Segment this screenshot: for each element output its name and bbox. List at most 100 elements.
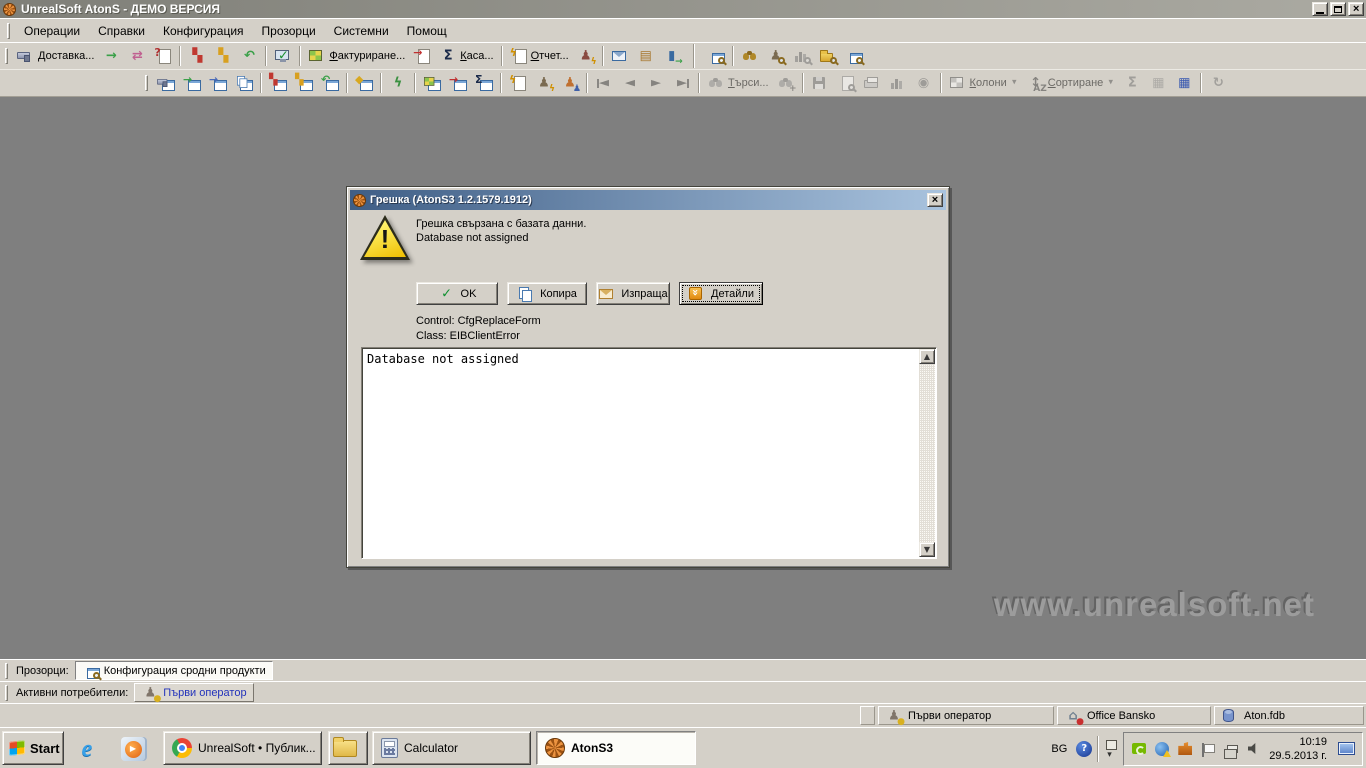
language-indicator[interactable]: BG <box>1047 743 1071 755</box>
search-operator-button[interactable]: ♟ <box>763 44 789 68</box>
ie-quicklaunch-button[interactable]: e <box>72 735 102 763</box>
nav-prev-button[interactable]: ◄ <box>617 71 643 95</box>
mail-button[interactable] <box>607 44 633 68</box>
search-binoculars-button[interactable] <box>737 44 763 68</box>
copy-button[interactable]: Копира <box>507 282 587 305</box>
update-globe-tray-icon[interactable] <box>1154 741 1170 757</box>
save-button[interactable] <box>807 71 833 95</box>
receive-window-button[interactable]: → <box>179 71 205 95</box>
tray-clock[interactable]: 10:19 29.5.2013 г. <box>1269 735 1327 763</box>
operator-actions-button[interactable]: ♟ϟ <box>573 44 599 68</box>
totals-button[interactable]: Σ <box>1119 71 1145 95</box>
refresh-button[interactable]: ↻ <box>1205 71 1231 95</box>
menu-help[interactable]: Помощ <box>398 21 456 41</box>
task-button-chrome[interactable]: UnrealSoft • Публик... <box>163 731 322 765</box>
scroll-up-button[interactable]: ▲ <box>919 349 935 364</box>
flag-tray-icon[interactable] <box>1200 741 1216 757</box>
receive-document-button[interactable]: → <box>98 44 124 68</box>
nav-first-button[interactable]: ◄ <box>591 71 617 95</box>
show-desktop-icon[interactable] <box>1338 742 1355 755</box>
menu-operations[interactable]: Операции <box>15 21 89 41</box>
start-button[interactable]: Start <box>2 731 64 765</box>
chart-button[interactable] <box>885 71 911 95</box>
winbar-grip[interactable] <box>5 663 8 679</box>
binoculars-shape <box>743 53 749 60</box>
toolbar2-grip[interactable] <box>145 75 148 91</box>
tray-expand-button[interactable]: ▾ <box>1104 739 1118 759</box>
nav-last-button[interactable]: ► <box>669 71 695 95</box>
details-textarea[interactable]: Database not assigned ▲ ▼ <box>361 347 937 559</box>
grid-lines-button[interactable]: ▦ <box>1145 71 1171 95</box>
delivery-window-button[interactable] <box>153 71 179 95</box>
transfer-window-button[interactable]: → <box>205 71 231 95</box>
invoicing-button[interactable]: Фактуриране... <box>304 44 409 68</box>
import-window-button[interactable]: → <box>445 71 471 95</box>
sorting-button[interactable]: ↕AZСортиране▾ <box>1023 71 1120 95</box>
print-preview-button[interactable] <box>833 71 859 95</box>
calendar-button[interactable]: ▦ <box>1171 71 1197 95</box>
task-button-folder[interactable] <box>328 731 368 765</box>
nvidia-tray-icon[interactable] <box>1131 741 1147 757</box>
send-button[interactable]: Изпраща <box>596 282 670 305</box>
details-button[interactable]: » Детайли <box>679 282 763 305</box>
network-tray-icon[interactable] <box>1223 741 1239 757</box>
menu-windows[interactable]: Прозорци <box>253 21 325 41</box>
restore-button[interactable] <box>1330 2 1346 16</box>
execute-button[interactable]: ϟ <box>385 71 411 95</box>
lightning-operator-button[interactable]: ♟ϟ <box>531 71 557 95</box>
search-add-button[interactable]: + <box>773 71 799 95</box>
revert-window-button[interactable]: ↶ <box>317 71 343 95</box>
volume-tray-icon[interactable] <box>1246 741 1262 757</box>
menu-system[interactable]: Системни <box>325 21 398 41</box>
error-dialog-titlebar[interactable]: Грешка (AtonS3 1.2.1579.1912) × <box>350 190 946 210</box>
nodes-yellow-window-button[interactable]: ▚ <box>291 71 317 95</box>
print-button[interactable] <box>859 71 885 95</box>
details-scrollbar[interactable]: ▲ ▼ <box>919 349 935 557</box>
import-document-button[interactable]: → <box>409 44 435 68</box>
menu-grip[interactable] <box>7 23 10 39</box>
ok-button[interactable]: ✓ OK <box>416 282 498 305</box>
exit-door-button[interactable]: ▮→ <box>659 44 685 68</box>
grid-window-button[interactable] <box>419 71 445 95</box>
wmp-quicklaunch-button[interactable]: ▶ <box>118 735 148 763</box>
view-window-button[interactable] <box>703 44 729 68</box>
export-globe-button[interactable]: ◉ <box>911 71 937 95</box>
details-text[interactable]: Database not assigned <box>367 352 914 554</box>
report-button[interactable]: ϟОтчет... <box>506 44 573 68</box>
search-window-button[interactable] <box>841 44 867 68</box>
toolbar1-grip[interactable] <box>5 48 8 64</box>
open-window-button[interactable]: Конфигурация сродни продукти <box>75 661 273 680</box>
delivery-button[interactable]: Доставка... <box>13 44 98 68</box>
wallet-button[interactable]: ▤ <box>633 44 659 68</box>
revert-home-button[interactable]: ↶ <box>236 44 262 68</box>
security-tray-icon[interactable] <box>1177 741 1193 757</box>
documents-window-button[interactable] <box>231 71 257 95</box>
gem-window-button[interactable]: ◆ <box>351 71 377 95</box>
close-button[interactable]: × <box>1348 2 1364 16</box>
nodes-red-window-button[interactable]: ▚ <box>265 71 291 95</box>
task-button-calculator[interactable]: Calculator <box>372 731 531 765</box>
nodes-yellow-button[interactable]: ▚ <box>210 44 236 68</box>
active-user-button[interactable]: ♟● Първи оператор <box>134 683 253 702</box>
transfer-documents-button[interactable]: ⇄ <box>124 44 150 68</box>
menu-references[interactable]: Справки <box>89 21 154 41</box>
menu-configuration[interactable]: Конфигурация <box>154 21 253 41</box>
search-chart-button[interactable] <box>789 44 815 68</box>
scroll-down-button[interactable]: ▼ <box>919 542 935 557</box>
search-folder-button[interactable] <box>815 44 841 68</box>
cash-register-button[interactable]: ΣКаса... <box>435 44 497 68</box>
totals-window-button[interactable]: Σ <box>471 71 497 95</box>
lightning-document-button[interactable]: ϟ <box>505 71 531 95</box>
minimize-button[interactable] <box>1312 2 1328 16</box>
columns-button[interactable]: Колони▾ <box>945 71 1023 95</box>
help-icon[interactable]: ? <box>1076 741 1092 757</box>
userbar-grip[interactable] <box>5 685 8 701</box>
nav-next-button[interactable]: ► <box>643 71 669 95</box>
operators-pair-button[interactable]: ♟♟ <box>557 71 583 95</box>
pos-terminal-button[interactable]: ✓ <box>270 44 296 68</box>
task-button-atons3[interactable]: AtonS3 <box>536 731 696 765</box>
copy-document-question-button[interactable]: ? <box>150 44 176 68</box>
search-button[interactable]: Търси... <box>703 71 773 95</box>
nodes-red-button[interactable]: ▚ <box>184 44 210 68</box>
dialog-close-button[interactable]: × <box>927 193 943 207</box>
